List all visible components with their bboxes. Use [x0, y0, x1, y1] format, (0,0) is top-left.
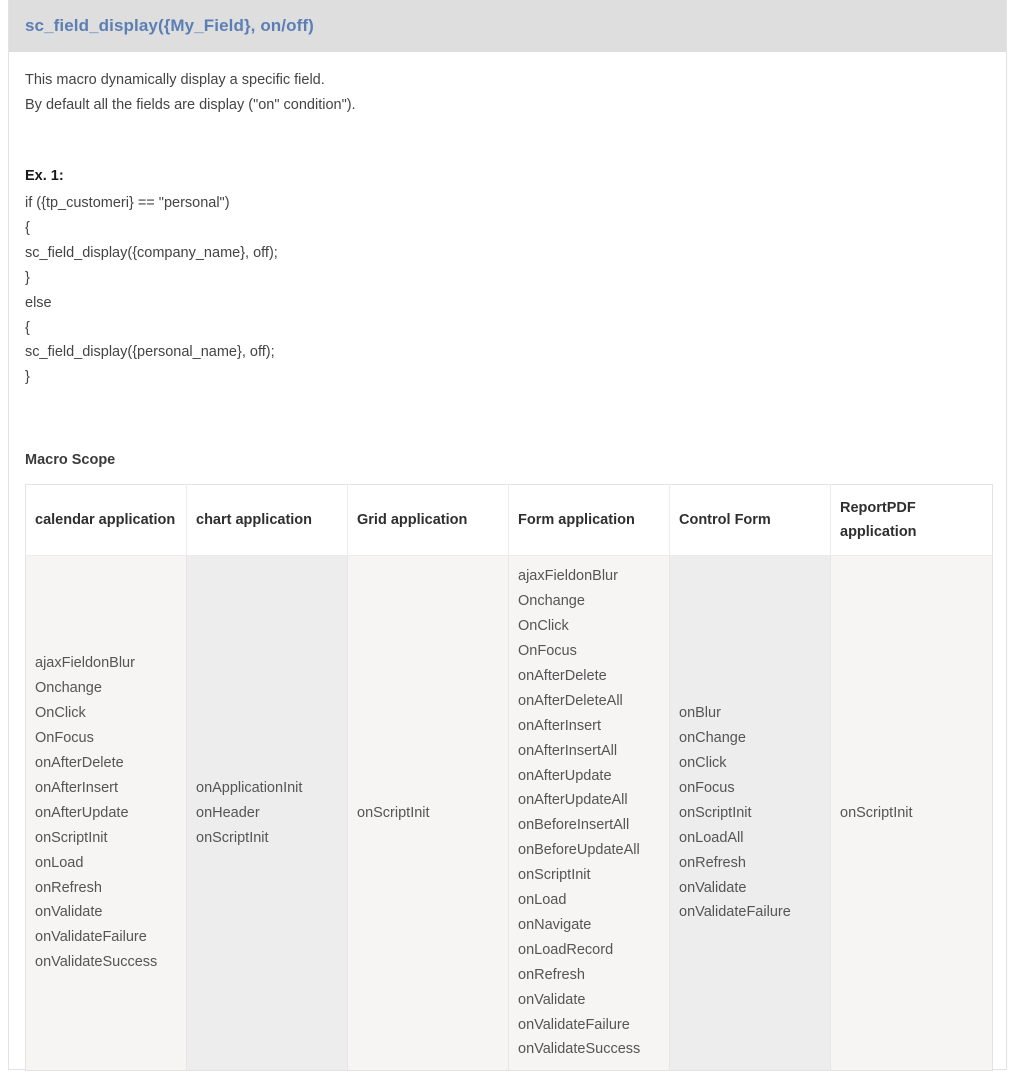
event-name: onAfterUpdate	[35, 804, 129, 821]
event-name: onAfterDelete	[518, 667, 607, 684]
macro-scope-table: calendar application chart application G…	[25, 484, 993, 1072]
event-name: onChange	[679, 730, 746, 747]
event-name: onAfterInsertAll	[518, 742, 618, 759]
column-header-control-form: Control Form	[669, 484, 831, 557]
event-name: onValidateFailure	[679, 904, 791, 921]
code-line: {	[25, 319, 30, 336]
column-header-chart: chart application	[186, 484, 348, 557]
event-name: onScriptInit	[35, 829, 108, 846]
event-name: onValidateSuccess	[35, 954, 158, 971]
event-name: onValidate	[35, 904, 103, 921]
events-cell-grid: onScriptInit	[347, 555, 509, 1071]
event-name: onBlur	[679, 705, 721, 722]
page-title: sc_field_display({My_Field}, on/off)	[25, 16, 314, 35]
code-line: if ({tp_customeri} == "personal")	[25, 195, 230, 211]
description-line-2: By default all the fields are display ("…	[25, 97, 356, 113]
event-name: onScriptInit	[357, 804, 430, 821]
event-name: ajaxFieldonBlur	[35, 655, 135, 672]
column-header-grid: Grid application	[347, 484, 509, 557]
events-cell-control-form: onBlur onChange onClick onFocus onScriptInit…	[669, 555, 831, 1071]
event-name: onRefresh	[679, 854, 746, 871]
event-name: onLoad	[35, 854, 84, 871]
event-name: onAfterInsert	[518, 717, 602, 734]
event-name: onAfterInsert	[35, 779, 119, 796]
macro-doc-page: sc_field_display({My_Field}, on/off) Thi…	[8, 0, 1007, 1072]
event-name: onAfterDeleteAll	[518, 692, 623, 709]
example-code-block: if ({tp_customeri} == "personal") { sc_f…	[25, 191, 990, 390]
event-name: Onchange	[518, 593, 585, 610]
macro-title-bar: sc_field_display({My_Field}, on/off)	[9, 0, 1006, 52]
event-name: onLoadAll	[679, 829, 744, 846]
event-name: onRefresh	[35, 879, 102, 896]
event-name: onBeforeInsertAll	[518, 817, 630, 834]
event-name: onValidateFailure	[35, 929, 147, 946]
macro-scope-label: Macro Scope	[25, 452, 116, 469]
event-name: onValidateFailure	[518, 1016, 630, 1033]
event-name: onValidateSuccess	[518, 1041, 641, 1058]
column-header-calendar: calendar application	[25, 484, 187, 557]
event-name: onClick	[679, 755, 727, 772]
event-name: onAfterUpdate	[518, 767, 612, 784]
events-cell-calendar: ajaxFieldonBlur Onchange OnClick OnFocus onA…	[25, 555, 187, 1071]
event-name: onLoad	[518, 892, 567, 909]
column-header-form: Form application	[508, 484, 670, 557]
event-name: onScriptInit	[518, 867, 591, 884]
event-name: Onchange	[35, 680, 102, 697]
event-name: onRefresh	[518, 966, 585, 983]
event-name: OnFocus	[518, 642, 577, 659]
events-cell-chart: onApplicationInit onHeader onScriptInit	[186, 555, 348, 1071]
events-cell-form: ajaxFieldonBlur Onchange OnClick OnFocus onA…	[508, 555, 670, 1071]
event-name: onFocus	[679, 779, 735, 796]
events-cell-reportpdf: onScriptInit	[830, 555, 993, 1071]
column-header-reportpdf: ReportPDF application	[830, 484, 993, 557]
event-name: onScriptInit	[840, 804, 913, 821]
code-line: }	[25, 369, 30, 386]
event-name: ajaxFieldonBlur	[518, 568, 618, 585]
event-name: onScriptInit	[679, 804, 752, 821]
event-name: onHeader	[196, 804, 260, 821]
table-header-row: calendar application chart application G…	[25, 484, 993, 557]
event-name: onAfterUpdateAll	[518, 792, 628, 809]
event-name: onScriptInit	[196, 829, 269, 846]
event-name: onLoadRecord	[518, 941, 614, 958]
event-name: OnFocus	[35, 730, 94, 747]
event-name: OnClick	[35, 705, 86, 722]
code-line: sc_field_display({personal_name}, off);	[25, 344, 275, 361]
event-name: onNavigate	[518, 916, 592, 933]
event-name: onAfterDelete	[35, 755, 124, 772]
description-line-1: This macro dynamically display a specifi…	[25, 72, 325, 88]
macro-body: This macro dynamically display a specifi…	[9, 52, 1006, 1072]
code-line: sc_field_display({company_name}, off);	[25, 244, 278, 261]
event-name: onValidate	[679, 879, 747, 896]
code-line: }	[25, 269, 30, 286]
table-row: ajaxFieldonBlur Onchange OnClick OnFocus onA…	[25, 555, 993, 1071]
code-line: {	[25, 219, 30, 236]
event-name: onBeforeUpdateAll	[518, 842, 640, 859]
code-line: else	[25, 294, 52, 311]
event-name: onValidate	[518, 991, 586, 1008]
event-name: OnClick	[518, 618, 569, 635]
example-label: Ex. 1:	[25, 168, 64, 184]
event-name: onApplicationInit	[196, 779, 303, 796]
